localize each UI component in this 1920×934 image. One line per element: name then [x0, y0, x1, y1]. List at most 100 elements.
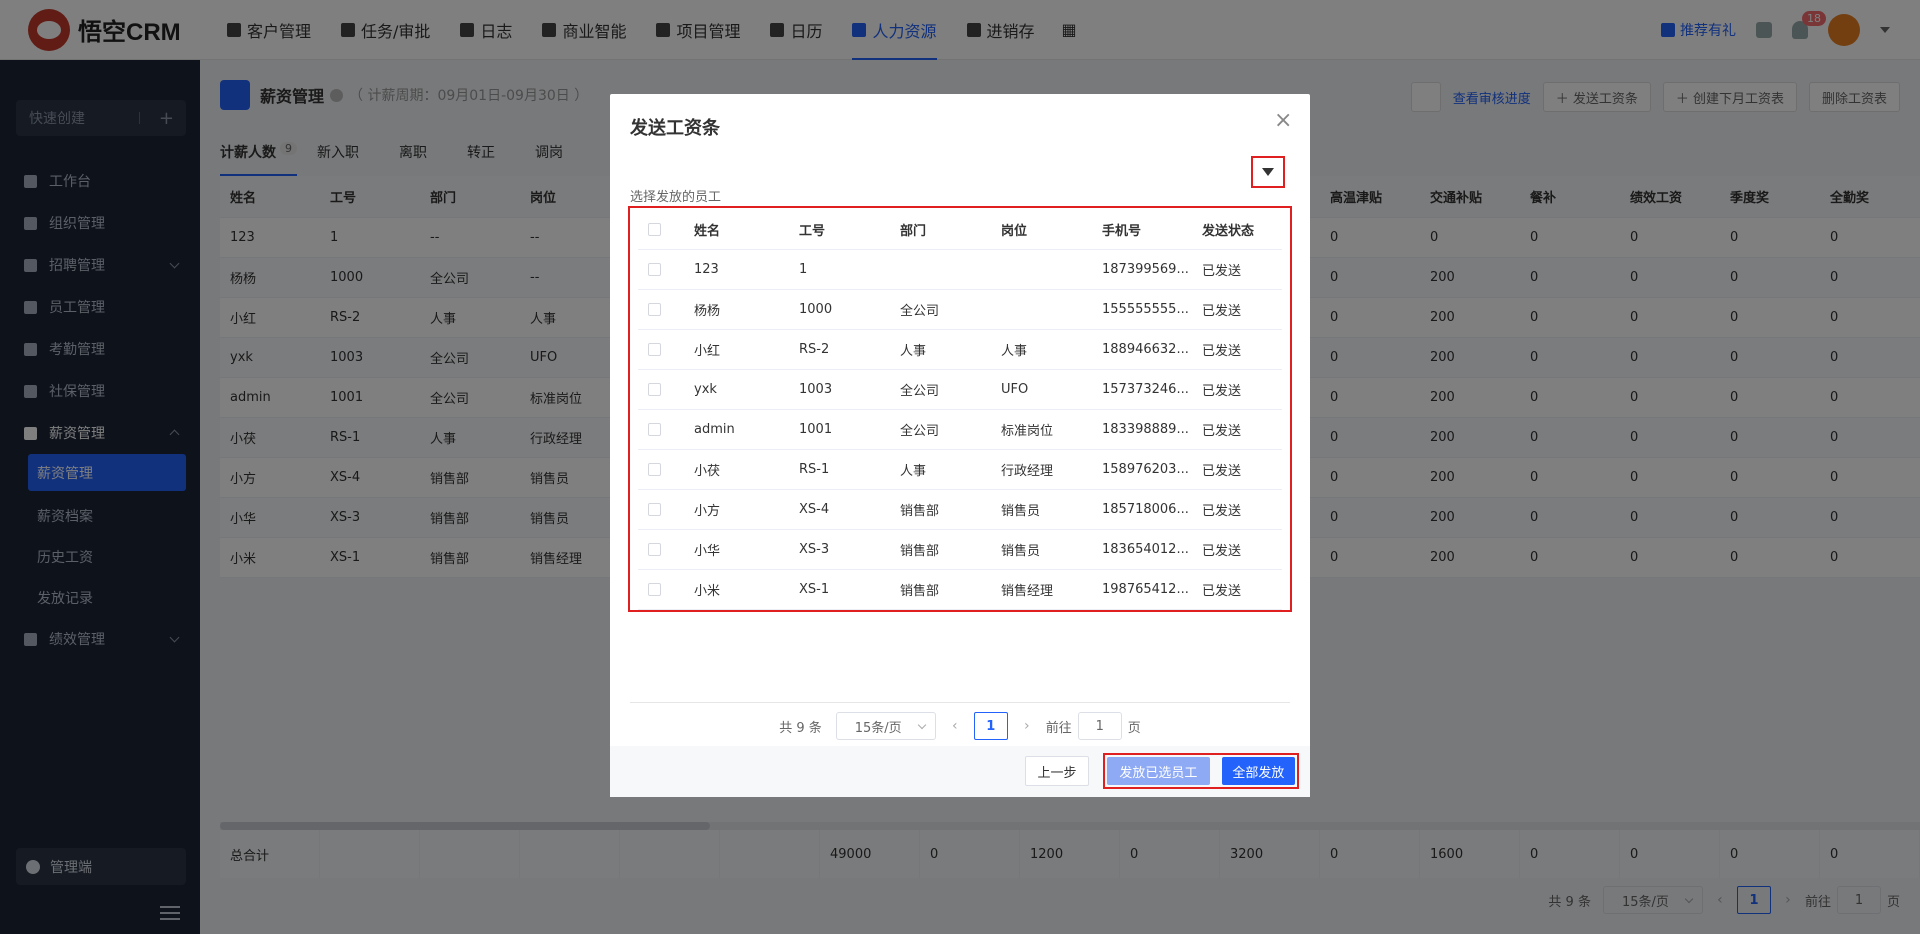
- employee-row[interactable]: 小方 XS-4 销售部 销售员 185718006... 已发送: [638, 490, 1282, 530]
- table-cell: 已发送: [1202, 384, 1242, 399]
- checkbox[interactable]: [648, 423, 661, 436]
- table-cell: 已发送: [1202, 464, 1242, 479]
- goto-page: 前往 1 页: [1046, 712, 1141, 740]
- table-cell: 杨杨: [694, 304, 721, 319]
- row-checkbox[interactable]: [638, 263, 694, 276]
- checkbox[interactable]: [648, 263, 661, 276]
- table-cell: 销售部: [900, 504, 940, 519]
- table-cell: 188946632...: [1102, 342, 1189, 357]
- row-checkbox[interactable]: [638, 303, 694, 316]
- table-cell: 155555555...: [1102, 302, 1189, 317]
- employee-row[interactable]: 小茯 RS-1 人事 行政经理 158976203... 已发送: [638, 450, 1282, 490]
- table-cell: XS-1: [799, 582, 830, 597]
- table-cell: XS-4: [799, 502, 830, 517]
- row-checkbox[interactable]: [638, 423, 694, 436]
- divider: [630, 702, 1290, 703]
- table-cell: 小华: [694, 544, 721, 559]
- table-cell: 198765412...: [1102, 582, 1189, 597]
- table-cell: 185718006...: [1102, 502, 1189, 517]
- checkbox[interactable]: [648, 503, 661, 516]
- prev-page-icon[interactable]: ‹: [950, 718, 960, 734]
- table-cell: 1003: [799, 382, 833, 397]
- select-all-checkbox[interactable]: [638, 223, 694, 236]
- table-cell: 行政经理: [1001, 464, 1054, 479]
- table-cell: 已发送: [1202, 304, 1242, 319]
- checkbox[interactable]: [648, 303, 661, 316]
- table-cell: 小红: [694, 344, 721, 359]
- checkbox[interactable]: [648, 223, 661, 236]
- table-cell: 已发送: [1202, 544, 1242, 559]
- column-header: 岗位: [1001, 224, 1028, 239]
- column-header: 工号: [799, 224, 826, 239]
- row-checkbox[interactable]: [638, 543, 694, 556]
- close-icon[interactable]: ×: [1274, 110, 1292, 132]
- table-cell: 销售员: [1001, 504, 1041, 519]
- checkbox[interactable]: [648, 463, 661, 476]
- column-header: 发送状态: [1202, 224, 1255, 239]
- table-cell: 人事: [900, 344, 927, 359]
- table-cell: 全公司: [900, 424, 940, 439]
- table-cell: 1001: [799, 422, 833, 437]
- checkbox[interactable]: [648, 383, 661, 396]
- table-cell: 人事: [900, 464, 927, 479]
- dialog-footer: 上一步 发放已选员工 全部发放: [610, 746, 1310, 797]
- checkbox[interactable]: [648, 583, 661, 596]
- dialog-title: 发送工资条: [630, 118, 720, 139]
- goto-suffix: 页: [1127, 720, 1141, 736]
- table-cell: 标准岗位: [1001, 424, 1054, 439]
- current-page[interactable]: 1: [973, 712, 1008, 740]
- row-checkbox[interactable]: [638, 343, 694, 356]
- table-cell: RS-2: [799, 342, 830, 357]
- filter-button[interactable]: [1251, 156, 1285, 188]
- table-cell: XS-3: [799, 542, 830, 557]
- table-cell: 人事: [1001, 344, 1028, 359]
- checkbox[interactable]: [648, 543, 661, 556]
- send-buttons-group: 发放已选员工 全部发放: [1103, 753, 1299, 789]
- table-cell: 已发送: [1202, 584, 1242, 599]
- checkbox[interactable]: [648, 343, 661, 356]
- employee-row[interactable]: 小米 XS-1 销售部 销售经理 198765412... 已发送: [638, 570, 1282, 610]
- employee-row[interactable]: 123 1 187399569... 已发送: [638, 250, 1282, 290]
- table-header: 姓名 工号 部门 岗位 手机号 发送状态: [638, 210, 1282, 250]
- page-size-select[interactable]: 15条/页: [835, 712, 936, 740]
- employee-select-table: 姓名 工号 部门 岗位 手机号 发送状态 123 1 187399569... 已发送 杨杨 1000…: [628, 206, 1292, 612]
- row-checkbox[interactable]: [638, 503, 694, 516]
- table-cell: 全公司: [900, 304, 940, 319]
- column-header: 部门: [900, 224, 927, 239]
- row-checkbox[interactable]: [638, 383, 694, 396]
- table-cell: 1000: [799, 302, 833, 317]
- employee-row[interactable]: 小红 RS-2 人事 人事 188946632... 已发送: [638, 330, 1282, 370]
- table-cell: 小茯: [694, 464, 721, 479]
- table-cell: 已发送: [1202, 424, 1242, 439]
- table-cell: 销售经理: [1001, 584, 1054, 599]
- table-cell: 已发送: [1202, 504, 1242, 519]
- table-cell: 全公司: [900, 384, 940, 399]
- dialog-pagination: 共 9 条 15条/页 ‹ 1 › 前往 1 页: [610, 712, 1310, 740]
- filter-icon: [1262, 168, 1274, 176]
- table-cell: yxk: [694, 382, 717, 397]
- row-checkbox[interactable]: [638, 463, 694, 476]
- table-cell: 已发送: [1202, 344, 1242, 359]
- employee-row[interactable]: 小华 XS-3 销售部 销售员 183654012... 已发送: [638, 530, 1282, 570]
- goto-page-input[interactable]: 1: [1077, 712, 1122, 740]
- previous-step-button[interactable]: 上一步: [1025, 756, 1089, 786]
- send-payslip-dialog: 发送工资条 × 选择发放的员工 姓名 工号 部门 岗位 手机号 发送状态 123 1 18739…: [610, 94, 1310, 797]
- send-selected-button[interactable]: 发放已选员工: [1107, 757, 1210, 785]
- table-cell: 187399569...: [1102, 262, 1189, 277]
- next-page-icon[interactable]: ›: [1022, 718, 1032, 734]
- table-cell: UFO: [1001, 382, 1029, 397]
- employee-row[interactable]: admin 1001 全公司 标准岗位 183398889... 已发送: [638, 410, 1282, 450]
- table-cell: 销售部: [900, 584, 940, 599]
- table-cell: 销售员: [1001, 544, 1041, 559]
- send-all-button[interactable]: 全部发放: [1221, 757, 1295, 785]
- employee-row[interactable]: 杨杨 1000 全公司 155555555... 已发送: [638, 290, 1282, 330]
- table-cell: 1: [799, 262, 808, 277]
- table-cell: 已发送: [1202, 264, 1242, 279]
- table-cell: 183654012...: [1102, 542, 1189, 557]
- column-header: 姓名: [694, 224, 721, 239]
- column-header: 手机号: [1102, 224, 1142, 239]
- row-checkbox[interactable]: [638, 583, 694, 596]
- table-cell: 123: [694, 262, 719, 277]
- table-cell: admin: [694, 422, 735, 437]
- employee-row[interactable]: yxk 1003 全公司 UFO 157373246... 已发送: [638, 370, 1282, 410]
